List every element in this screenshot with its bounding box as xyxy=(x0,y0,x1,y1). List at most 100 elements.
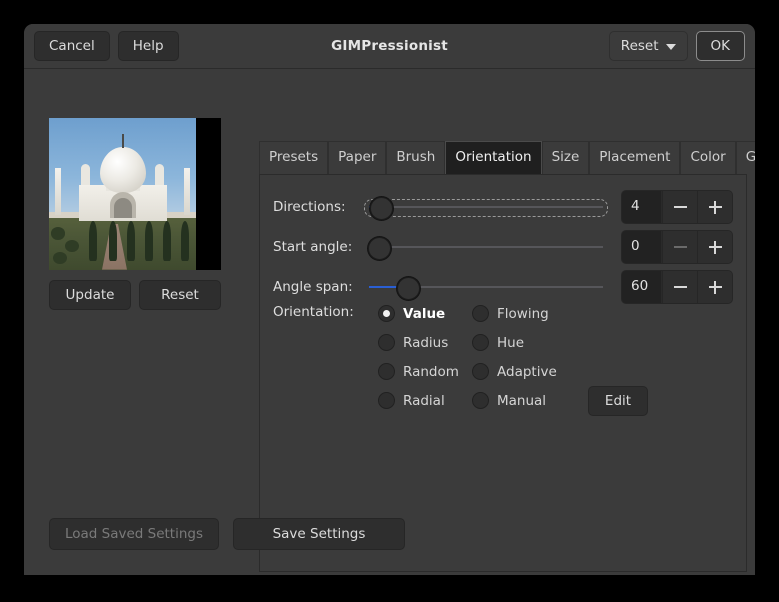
radio-label: Radius xyxy=(403,334,449,351)
radio-indicator-icon[interactable] xyxy=(472,363,489,380)
taj-mahal-thumbnail xyxy=(49,118,196,270)
settings-notebook: Presets Paper Brush Orientation Size Pla… xyxy=(259,141,755,573)
directions-value[interactable]: 4 xyxy=(622,191,662,223)
start-angle-spinner[interactable]: 0 xyxy=(621,230,733,264)
cypress-tree xyxy=(145,221,153,261)
tab-presets[interactable]: Presets xyxy=(259,141,329,174)
radio-value[interactable]: Value xyxy=(378,305,472,322)
gimpressionist-dialog: Cancel Help GIMPressionist Reset OK Upda… xyxy=(24,24,755,575)
chevron-down-icon xyxy=(665,44,676,50)
radio-label: Random xyxy=(403,363,459,380)
orientation-label: Orientation: xyxy=(273,304,354,320)
radio-adaptive[interactable]: Adaptive xyxy=(472,363,582,380)
titlebar-right-actions: Reset OK xyxy=(608,31,745,61)
radio-indicator-icon[interactable] xyxy=(378,334,395,351)
tab-size[interactable]: Size xyxy=(541,141,590,174)
plus-icon-v xyxy=(713,240,717,254)
slider-track xyxy=(369,206,603,208)
tab-placement[interactable]: Placement xyxy=(589,141,681,174)
orientation-radio-row: Radial Manual Edit xyxy=(378,385,648,416)
radio-label: Value xyxy=(403,305,446,322)
radio-label: Flowing xyxy=(497,305,549,322)
radio-indicator-icon[interactable] xyxy=(378,363,395,380)
plus-icon-v xyxy=(713,200,717,214)
start-angle-minus-button xyxy=(662,231,697,263)
radio-indicator-icon[interactable] xyxy=(378,392,395,409)
slider-handle[interactable] xyxy=(370,197,393,220)
hedge xyxy=(65,239,79,252)
radio-manual[interactable]: Manual xyxy=(472,392,582,409)
orientation-radio-row: Radius Hue xyxy=(378,328,648,357)
hedge xyxy=(53,251,67,264)
minus-icon xyxy=(673,245,687,249)
radio-indicator-icon[interactable] xyxy=(472,392,489,409)
radio-radial[interactable]: Radial xyxy=(378,392,472,409)
load-saved-settings-button[interactable]: Load Saved Settings xyxy=(49,518,219,550)
radio-hue[interactable]: Hue xyxy=(472,334,582,351)
preview-column: Update Reset xyxy=(49,118,225,310)
tab-paper[interactable]: Paper xyxy=(328,141,387,174)
tab-orientation[interactable]: Orientation xyxy=(445,141,542,174)
minus-icon xyxy=(673,205,687,209)
hedge xyxy=(51,227,65,240)
reset-preview-button[interactable]: Reset xyxy=(139,280,221,310)
radio-indicator-icon[interactable] xyxy=(472,305,489,322)
directions-plus-button[interactable] xyxy=(697,191,732,223)
orientation-tab-page: Directions: 4 Start angle: 0 Angle span:… xyxy=(259,174,747,572)
radio-indicator-selected-icon[interactable] xyxy=(378,305,395,322)
angle-span-label: Angle span: xyxy=(273,279,353,295)
radio-radius[interactable]: Radius xyxy=(378,334,472,351)
tab-general[interactable]: General xyxy=(735,141,755,174)
start-angle-slider[interactable] xyxy=(367,231,605,263)
plus-icon-v xyxy=(713,280,717,294)
reset-menu-label: Reset xyxy=(620,38,659,54)
radio-label: Radial xyxy=(403,392,445,409)
ok-button[interactable]: OK xyxy=(695,31,745,61)
minaret-right-outer xyxy=(184,168,190,216)
dialog-body: Update Reset Presets Paper Brush Orienta… xyxy=(24,69,755,575)
slider-handle[interactable] xyxy=(397,277,420,300)
minus-icon xyxy=(673,285,687,289)
central-arch xyxy=(109,192,136,219)
focus-ring xyxy=(364,199,608,217)
radio-label: Adaptive xyxy=(497,363,557,380)
edit-manual-button[interactable]: Edit xyxy=(588,385,648,416)
reset-menu-button[interactable]: Reset xyxy=(608,31,688,61)
slider-handle[interactable] xyxy=(368,237,391,260)
radio-indicator-icon[interactable] xyxy=(472,334,489,351)
directions-spinner[interactable]: 4 xyxy=(621,190,733,224)
radio-label: Manual xyxy=(497,392,547,409)
tab-brush[interactable]: Brush xyxy=(386,141,446,174)
directions-slider[interactable] xyxy=(364,191,608,223)
cypress-tree xyxy=(127,221,135,261)
titlebar: Cancel Help GIMPressionist Reset OK xyxy=(24,24,755,69)
preview-actions: Update Reset xyxy=(49,280,225,310)
cypress-tree xyxy=(163,221,171,261)
directions-row: Directions: 4 xyxy=(273,190,733,224)
minaret-left-outer xyxy=(55,168,61,216)
preview-image[interactable] xyxy=(49,118,221,270)
start-angle-value[interactable]: 0 xyxy=(622,231,662,263)
radio-flowing[interactable]: Flowing xyxy=(472,305,582,322)
angle-span-minus-button[interactable] xyxy=(662,271,697,303)
tab-color[interactable]: Color xyxy=(680,141,736,174)
cypress-tree xyxy=(89,221,97,261)
radio-label: Hue xyxy=(497,334,525,351)
orientation-radio-row: Random Adaptive xyxy=(378,357,648,386)
update-preview-button[interactable]: Update xyxy=(49,280,131,310)
start-angle-label: Start angle: xyxy=(273,239,353,255)
radio-random[interactable]: Random xyxy=(378,363,472,380)
angle-span-plus-button[interactable] xyxy=(697,271,732,303)
cypress-tree xyxy=(109,221,117,261)
start-angle-row: Start angle: 0 xyxy=(273,230,733,264)
screen: Cancel Help GIMPressionist Reset OK Upda… xyxy=(0,0,779,602)
notebook-tab-row: Presets Paper Brush Orientation Size Pla… xyxy=(259,141,755,174)
main-dome xyxy=(99,133,146,193)
directions-label: Directions: xyxy=(273,199,346,215)
slider-track xyxy=(369,246,603,248)
start-angle-plus-button[interactable] xyxy=(697,231,732,263)
orientation-radio-grid: Value Flowing Radius Hue Random Adaptive… xyxy=(378,299,648,416)
orientation-radio-row: Value Flowing xyxy=(378,299,648,328)
save-settings-button[interactable]: Save Settings xyxy=(233,518,405,550)
directions-minus-button[interactable] xyxy=(662,191,697,223)
